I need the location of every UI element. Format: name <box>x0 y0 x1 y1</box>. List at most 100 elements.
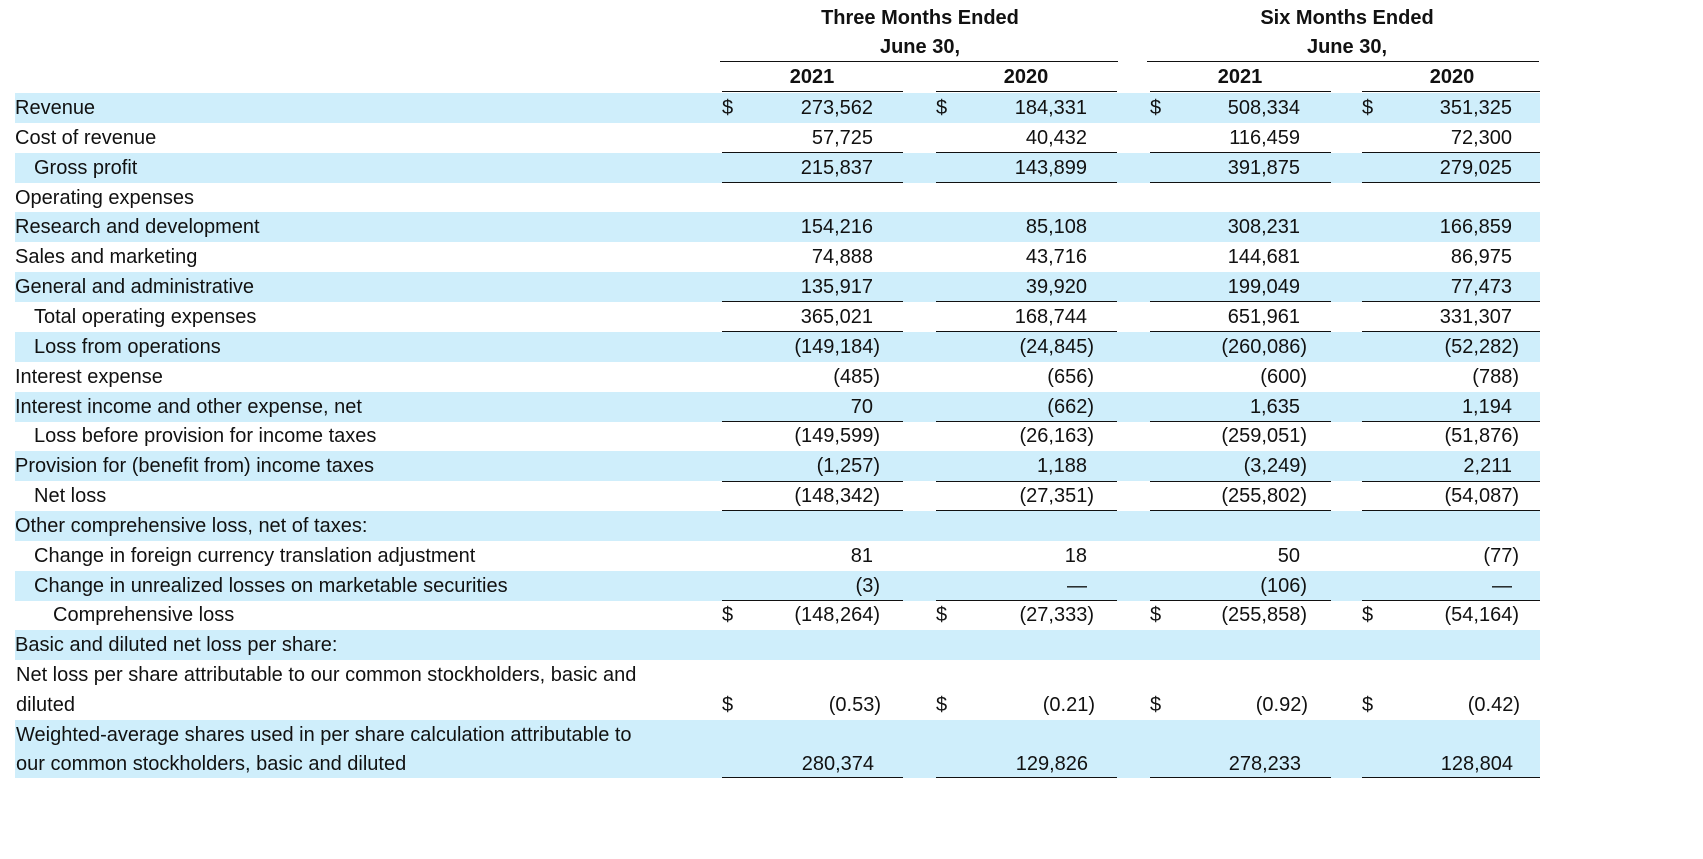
row-value <box>1150 183 1300 213</box>
table-row: Provision for (benefit from) income taxe… <box>15 451 1540 482</box>
eps-value-2: (0.21) <box>1042 694 1095 716</box>
header-three-months-line2: June 30, <box>879 36 961 58</box>
year-rule-2 <box>936 91 1117 92</box>
table-row: Loss from operations (149,184) (24,845) (26… <box>15 331 1540 362</box>
row-value: 215,837 <box>800 156 873 179</box>
shares-value-2: 129,826 <box>1015 753 1088 775</box>
year-rule-1 <box>722 91 903 92</box>
eps-row: Net loss per share attributable to our c… <box>15 660 1540 720</box>
table-row: Sales and marketing 74,888 43,716 144,681 86… <box>15 242 1540 272</box>
row-value <box>1150 630 1300 660</box>
year-header-3: 2021 <box>1217 66 1263 88</box>
row-value: (259,051) <box>1221 425 1307 448</box>
row-value: 135,917 <box>800 276 873 299</box>
row-value: (54,087) <box>1444 485 1520 508</box>
row-value: 77,473 <box>1450 276 1512 299</box>
row-value: 651,961 <box>1227 305 1300 328</box>
row-label: Other comprehensive loss, net of taxes: <box>15 514 368 537</box>
row-value: (77) <box>1483 544 1519 567</box>
row-value: 74,888 <box>811 246 873 269</box>
row-label: Operating expenses <box>15 186 195 209</box>
row-label: Loss before provision for income taxes <box>34 425 377 448</box>
row-value: 351,325 <box>1439 97 1512 119</box>
shares-value-3: 278,233 <box>1228 753 1301 775</box>
table-row: Interest income and other expense, net 70… <box>15 391 1540 422</box>
table-row: General and administrative 135,917 39,920 1… <box>15 272 1540 303</box>
row-label: Total operating expenses <box>34 305 257 328</box>
row-value: 1,635 <box>1249 395 1300 418</box>
row-label: Change in foreign currency translation a… <box>34 544 476 567</box>
row-value: (149,184) <box>794 335 880 358</box>
row-value: 365,021 <box>800 305 873 328</box>
row-label: Gross profit <box>34 156 138 179</box>
row-value: (788) <box>1472 365 1519 388</box>
table-row: Change in foreign currency translation a… <box>15 541 1540 571</box>
table-row: Change in unrealized losses on marketabl… <box>15 570 1540 601</box>
shares-label-line1: Weighted-average shares used in per shar… <box>16 724 632 746</box>
row-value: 308,231 <box>1227 216 1300 239</box>
row-value: (260,086) <box>1221 335 1307 358</box>
row-value: 143,899 <box>1014 156 1087 179</box>
row-value: 72,300 <box>1450 126 1512 149</box>
row-value: 1,194 <box>1461 395 1512 418</box>
row-value: (149,599) <box>794 425 880 448</box>
table-row: Research and development 154,216 85,108 308… <box>15 212 1540 243</box>
row-label: Revenue <box>15 97 96 119</box>
row-value: (148,342) <box>794 485 880 508</box>
row-value: (51,876) <box>1444 425 1520 448</box>
table-row: Operating expenses <box>15 183 1540 213</box>
row-label: Basic and diluted net loss per share: <box>15 634 338 657</box>
table-row: Other comprehensive loss, net of taxes: <box>15 510 1540 541</box>
row-value: 18 <box>1064 544 1087 567</box>
row-value: (52,282) <box>1444 335 1520 358</box>
bottom-rule-2 <box>936 777 1117 778</box>
year-header-1: 2021 <box>789 66 835 88</box>
row-label: Interest income and other expense, net <box>15 395 362 418</box>
row-label: Provision for (benefit from) income taxe… <box>15 455 375 478</box>
row-label: Sales and marketing <box>15 246 198 269</box>
shares-row: Weighted-average shares used in per shar… <box>15 720 1540 778</box>
row-value: (600) <box>1260 365 1307 388</box>
row-value: (3) <box>855 574 880 597</box>
row-value <box>936 183 1087 213</box>
table-row: Cost of revenue 57,725 40,432 116,459 72,300 <box>15 123 1540 153</box>
eps-label-line2: diluted <box>16 694 75 716</box>
row-value: 199,049 <box>1227 276 1300 299</box>
row-value: 40,432 <box>1025 126 1087 149</box>
row-value: (54,164) <box>1444 604 1520 627</box>
table-row: Loss before provision for income taxes (1… <box>15 421 1540 451</box>
eps-value-1: (0.53) <box>828 694 881 716</box>
row-value: (255,858) <box>1221 604 1307 627</box>
row-label: Net loss <box>34 485 107 508</box>
row-value: (27,351) <box>1019 485 1095 508</box>
bottom-rule-3 <box>1150 777 1331 778</box>
row-label: Research and development <box>15 216 260 239</box>
eps-value-4: (0.42) <box>1467 694 1520 716</box>
row-label: Loss from operations <box>34 335 221 358</box>
row-value: (255,802) <box>1221 485 1307 508</box>
eps-label-line1: Net loss per share attributable to our c… <box>16 664 637 686</box>
row-label: Change in unrealized losses on marketabl… <box>34 574 508 597</box>
row-value: (662) <box>1047 395 1094 418</box>
table-row: Comprehensive loss $ (148,264) $ (27,333) $ (2… <box>15 600 1540 630</box>
row-value: 116,459 <box>1229 126 1300 149</box>
table-row: Gross profit 215,837 143,899 391,875 279,025 <box>15 152 1540 183</box>
bottom-rule-4 <box>1362 777 1540 778</box>
row-value: — <box>1067 574 1087 597</box>
row-value: — <box>1492 574 1512 597</box>
row-value: (3,249) <box>1243 455 1307 478</box>
table-row: Basic and diluted net loss per share: <box>15 630 1540 661</box>
row-label: General and administrative <box>15 276 255 299</box>
row-value <box>722 511 873 541</box>
row-value: (148,264) <box>794 604 880 627</box>
row-value: 508,334 <box>1227 97 1300 119</box>
row-label: Comprehensive loss <box>53 604 235 627</box>
bottom-rule-1 <box>722 777 903 778</box>
header-six-months-line2: June 30, <box>1306 36 1388 58</box>
row-value: 168,744 <box>1014 305 1087 328</box>
row-value: (1,257) <box>816 455 880 478</box>
row-value: 43,716 <box>1025 246 1087 269</box>
row-value: 57,725 <box>811 126 873 149</box>
table-row: Total operating expenses 365,021 168,744 65… <box>15 302 1540 332</box>
row-value: (485) <box>833 365 880 388</box>
